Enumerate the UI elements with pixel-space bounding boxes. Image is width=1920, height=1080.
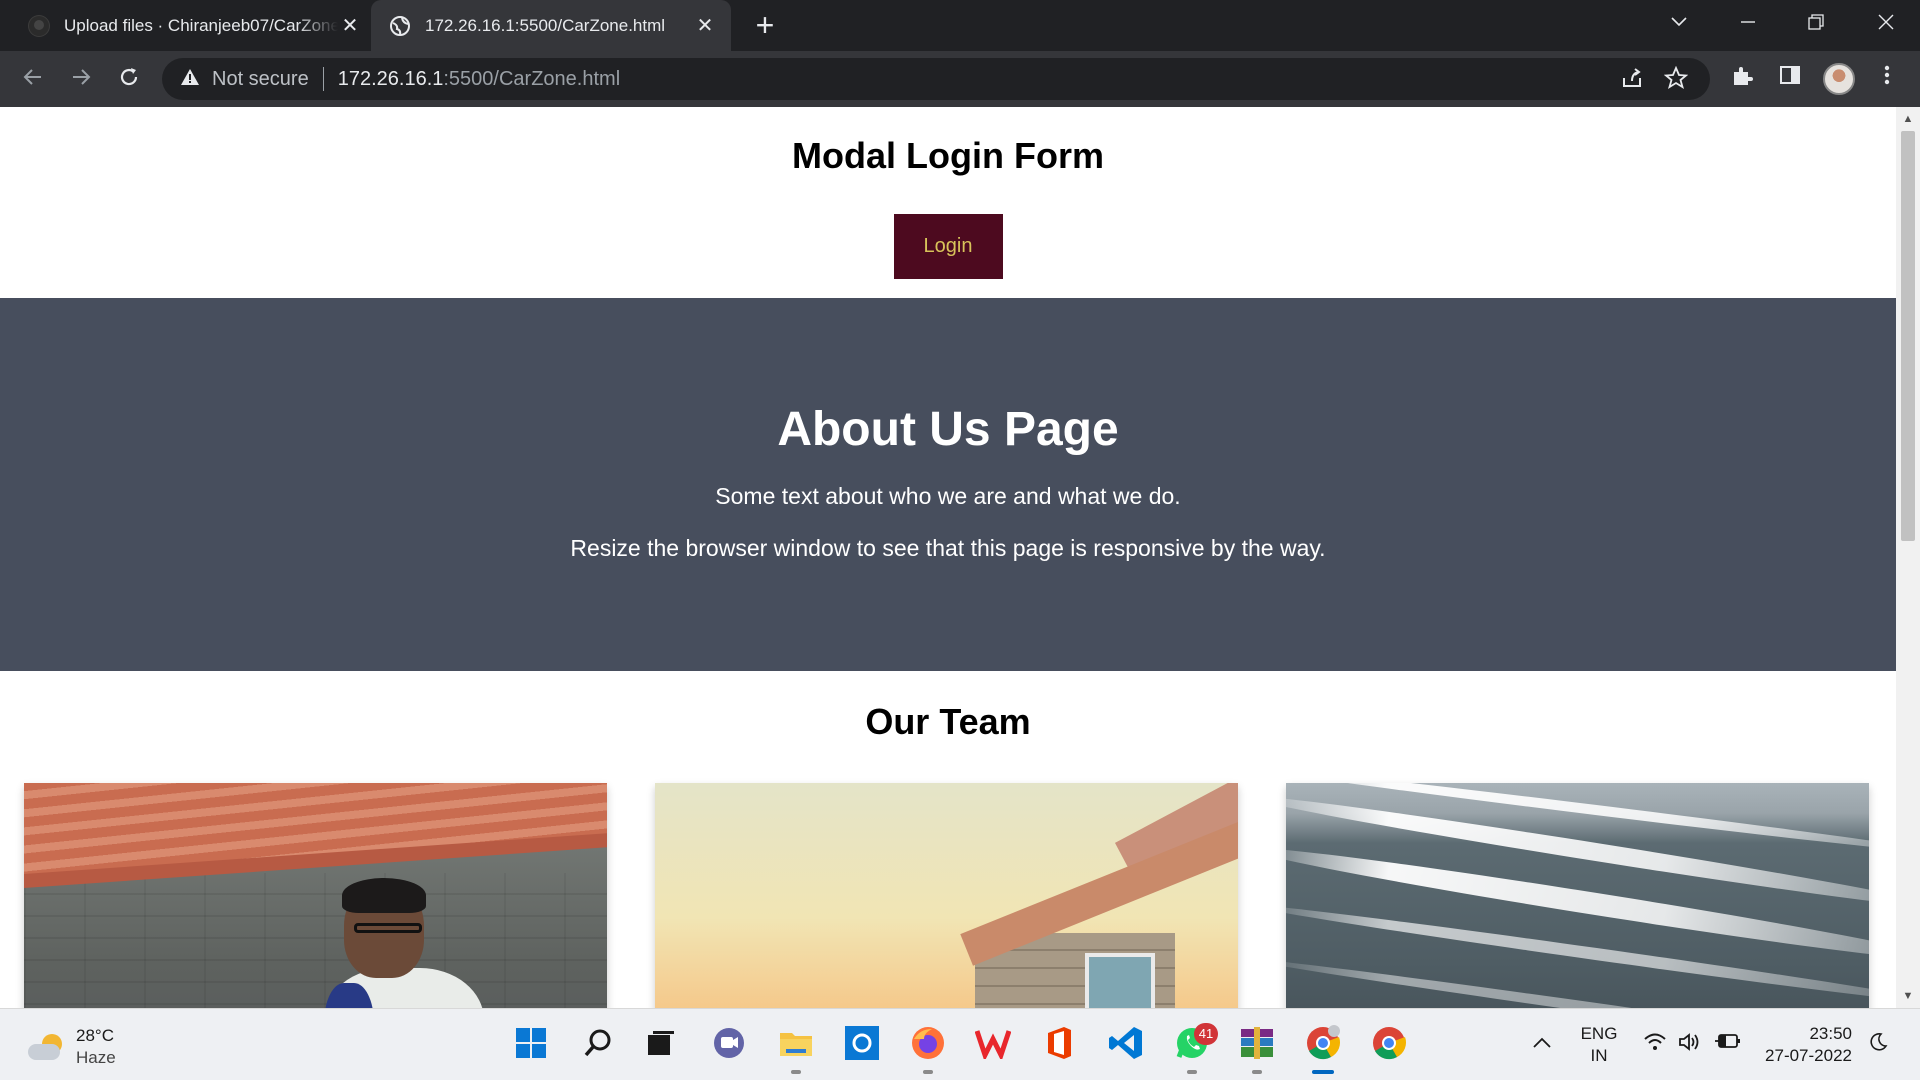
active-indicator: [1312, 1070, 1334, 1074]
arrow-left-icon[interactable]: [18, 65, 48, 95]
new-tab-button[interactable]: +: [748, 8, 782, 42]
running-indicator: [1187, 1070, 1197, 1074]
team-member-photo: [1286, 783, 1869, 1008]
about-title: About Us Page: [777, 403, 1119, 456]
clock-time: 23:50: [1809, 1024, 1852, 1043]
star-icon[interactable]: [1662, 65, 1690, 96]
about-section: About Us Page Some text about who we are…: [0, 298, 1896, 671]
running-indicator: [1252, 1070, 1262, 1074]
team-title: Our Team: [865, 701, 1031, 742]
login-section: Modal Login Form Login: [0, 107, 1896, 298]
tab-carzone[interactable]: 172.26.16.1:5500/CarZone.html ✕: [371, 0, 731, 51]
address-bar[interactable]: Not secure 172.26.16.1:5500/CarZone.html: [162, 58, 1710, 100]
kebab-menu-icon[interactable]: [1872, 64, 1902, 94]
warning-triangle-icon[interactable]: [180, 68, 200, 91]
scroll-down-icon[interactable]: ▼: [1896, 990, 1920, 1002]
browser-toolbar: Not secure 172.26.16.1:5500/CarZone.html: [0, 51, 1920, 107]
task-view-icon[interactable]: [641, 1023, 681, 1063]
windows-start-icon[interactable]: [511, 1023, 551, 1063]
region-label: IN: [1590, 1046, 1608, 1065]
clock[interactable]: 23:50 27-07-2022: [1756, 1023, 1852, 1067]
url-path: :5500/CarZone.html: [443, 67, 621, 90]
winrar-icon[interactable]: [1237, 1023, 1277, 1063]
wps-office-icon[interactable]: [973, 1023, 1013, 1063]
tab-title: Upload files · Chiranjeeb07/CarZone: [64, 15, 338, 35]
speaker-icon[interactable]: [1678, 1032, 1702, 1058]
chrome-icon[interactable]: [1303, 1023, 1343, 1063]
reload-icon[interactable]: [114, 65, 144, 95]
about-text: Resize the browser window to see that th…: [570, 535, 1326, 561]
puzzle-icon[interactable]: [1727, 64, 1757, 94]
whatsapp-badge: 41: [1194, 1023, 1218, 1045]
teams-chat-icon[interactable]: [709, 1023, 749, 1063]
chevron-up-icon[interactable]: [1532, 1032, 1552, 1055]
restore-icon[interactable]: [1788, 0, 1844, 44]
chrome-icon[interactable]: [1369, 1023, 1409, 1063]
url-host: 172.26.16.1: [337, 67, 444, 90]
weather-widget[interactable]: 28°C Haze: [28, 1025, 116, 1069]
arrow-right-icon[interactable]: [66, 65, 96, 95]
tab-title: 172.26.16.1:5500/CarZone.html: [425, 15, 666, 35]
avatar[interactable]: [1823, 63, 1855, 95]
about-text: Some text about who we are and what we d…: [715, 483, 1181, 509]
vscode-icon[interactable]: [1106, 1023, 1146, 1063]
tab-close-icon[interactable]: ✕: [338, 13, 362, 38]
page-scrollbar[interactable]: ▲ ▼: [1896, 107, 1920, 1008]
tab-close-icon[interactable]: ✕: [693, 13, 717, 38]
weather-icon: [28, 1032, 64, 1062]
weather-temp: 28°C: [76, 1026, 114, 1045]
weather-desc: Haze: [76, 1048, 116, 1067]
clock-date: 27-07-2022: [1765, 1046, 1852, 1065]
close-icon[interactable]: [1858, 0, 1914, 44]
minimize-icon[interactable]: [1720, 0, 1776, 44]
login-button[interactable]: Login: [893, 214, 1003, 279]
outlook-icon[interactable]: [842, 1023, 882, 1063]
login-heading: Modal Login Form: [792, 135, 1104, 176]
divider: [322, 67, 324, 91]
team-member-photo: [655, 783, 1238, 1008]
language-indicator[interactable]: ENG IN: [1578, 1023, 1620, 1067]
scroll-up-icon[interactable]: ▲: [1896, 113, 1920, 125]
moon-icon[interactable]: [1868, 1032, 1888, 1058]
running-indicator: [791, 1070, 801, 1074]
tab-upload-files[interactable]: Upload files · Chiranjeeb07/CarZone ✕: [28, 0, 362, 51]
office-icon[interactable]: [1039, 1023, 1079, 1063]
battery-icon[interactable]: [1715, 1032, 1741, 1056]
page-viewport: Modal Login Form Login About Us Page Som…: [0, 107, 1896, 1008]
tab-strip: Upload files · Chiranjeeb07/CarZone ✕ 17…: [0, 0, 1920, 51]
wifi-icon[interactable]: [1643, 1032, 1667, 1058]
chevron-down-icon[interactable]: [1651, 0, 1707, 44]
globe-icon: [389, 15, 411, 37]
running-indicator: [923, 1070, 933, 1074]
github-icon: [28, 14, 50, 37]
team-member-photo: [24, 783, 607, 1008]
taskbar: 28°C Haze 41 ENG IN 23:50 27-07-2022: [0, 1008, 1920, 1080]
team-cards: [0, 783, 1896, 1008]
search-icon[interactable]: [578, 1023, 618, 1063]
share-icon[interactable]: [1618, 66, 1646, 96]
security-label[interactable]: Not secure: [212, 68, 309, 91]
side-panel-icon[interactable]: [1775, 64, 1805, 94]
file-explorer-icon[interactable]: [776, 1023, 816, 1063]
scrollbar-thumb[interactable]: [1901, 131, 1915, 541]
firefox-icon[interactable]: [908, 1023, 948, 1063]
language-label: ENG: [1580, 1024, 1618, 1043]
